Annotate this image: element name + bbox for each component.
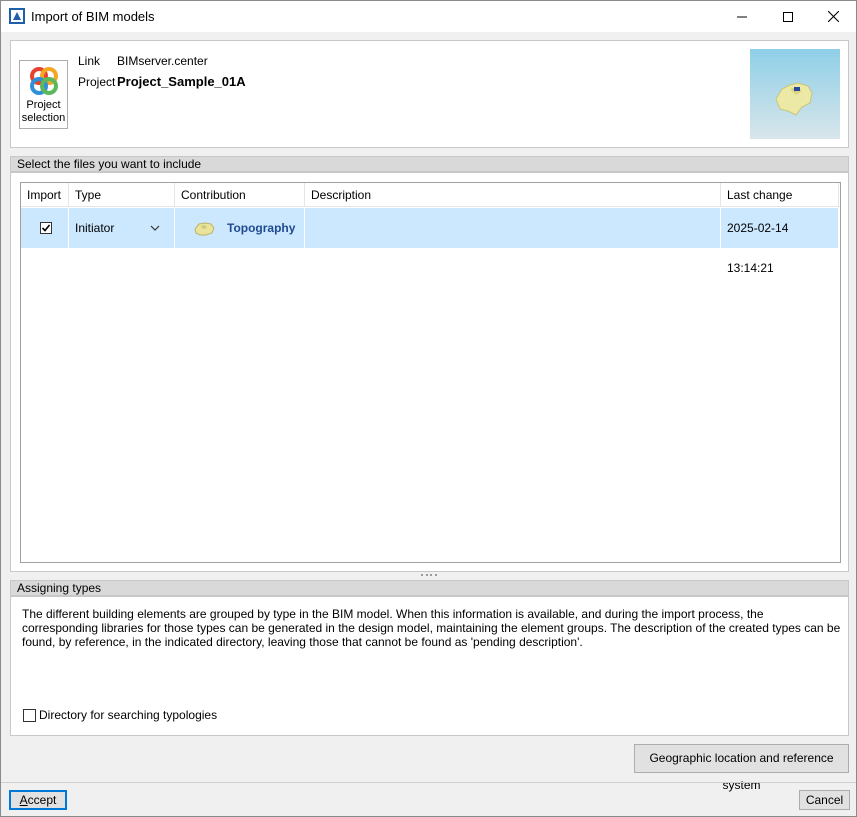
minimize-button[interactable] bbox=[719, 1, 765, 32]
topography-icon bbox=[194, 222, 215, 236]
accept-button[interactable]: Accept bbox=[9, 790, 67, 810]
directory-checkbox-label[interactable]: Directory for searching typologies bbox=[39, 708, 217, 722]
project-selection-label-2: selection bbox=[21, 112, 66, 124]
project-header-panel: Project selection Link BIMserver.center … bbox=[10, 40, 849, 148]
column-contribution[interactable]: Contribution bbox=[175, 183, 305, 207]
contribution-name: Topography bbox=[227, 221, 296, 235]
types-section-title: Assigning types bbox=[10, 580, 849, 596]
terrain-model-icon bbox=[775, 82, 813, 116]
cancel-button[interactable]: Cancel bbox=[799, 790, 850, 810]
column-description[interactable]: Description bbox=[305, 183, 721, 207]
files-table: Import Type Contribution Description Las… bbox=[20, 182, 841, 563]
window-title: Import of BIM models bbox=[31, 9, 155, 24]
link-value: BIMserver.center bbox=[117, 54, 208, 68]
last-change-cell: 2025-02-14 13:14:21 bbox=[721, 208, 839, 275]
chevron-down-icon[interactable] bbox=[149, 224, 161, 232]
column-last-change[interactable]: Last change bbox=[721, 183, 839, 207]
import-checkbox[interactable] bbox=[40, 222, 52, 234]
project-selection-label-1: Project bbox=[26, 99, 61, 111]
divider bbox=[1, 782, 856, 783]
project-value: Project_Sample_01A bbox=[117, 74, 246, 89]
checkmark-icon bbox=[41, 224, 51, 232]
link-label: Link bbox=[78, 54, 101, 68]
project-selection-button[interactable]: Project selection bbox=[19, 60, 68, 129]
bimserver-logo-icon bbox=[29, 67, 58, 95]
model-thumbnail bbox=[750, 49, 840, 139]
types-description: The different building elements are grou… bbox=[22, 607, 841, 649]
description-cell bbox=[305, 208, 721, 248]
maximize-button[interactable] bbox=[765, 1, 811, 32]
project-label: Project bbox=[78, 75, 116, 89]
app-icon bbox=[9, 8, 25, 24]
table-row[interactable]: Initiator Topography 2025-02-14 13:14:21 bbox=[21, 208, 839, 275]
geographic-location-button[interactable]: Geographic location and reference system bbox=[634, 744, 849, 792]
column-import[interactable]: Import bbox=[21, 183, 69, 207]
table-header: Import Type Contribution Description Las… bbox=[21, 183, 840, 207]
import-bim-models-window: Import of BIM models Project selection L… bbox=[0, 0, 857, 817]
maximize-icon bbox=[783, 11, 793, 22]
close-icon bbox=[827, 11, 839, 22]
column-type[interactable]: Type bbox=[69, 183, 175, 207]
files-section-title: Select the files you want to include bbox=[10, 156, 849, 172]
close-button[interactable] bbox=[810, 1, 856, 32]
types-group: The different building elements are grou… bbox=[10, 596, 849, 736]
files-group: Import Type Contribution Description Las… bbox=[10, 172, 849, 572]
minimize-icon bbox=[737, 16, 747, 17]
splitter-handle[interactable] bbox=[421, 574, 437, 578]
title-bar: Import of BIM models bbox=[1, 1, 856, 32]
directory-checkbox[interactable] bbox=[23, 709, 36, 722]
